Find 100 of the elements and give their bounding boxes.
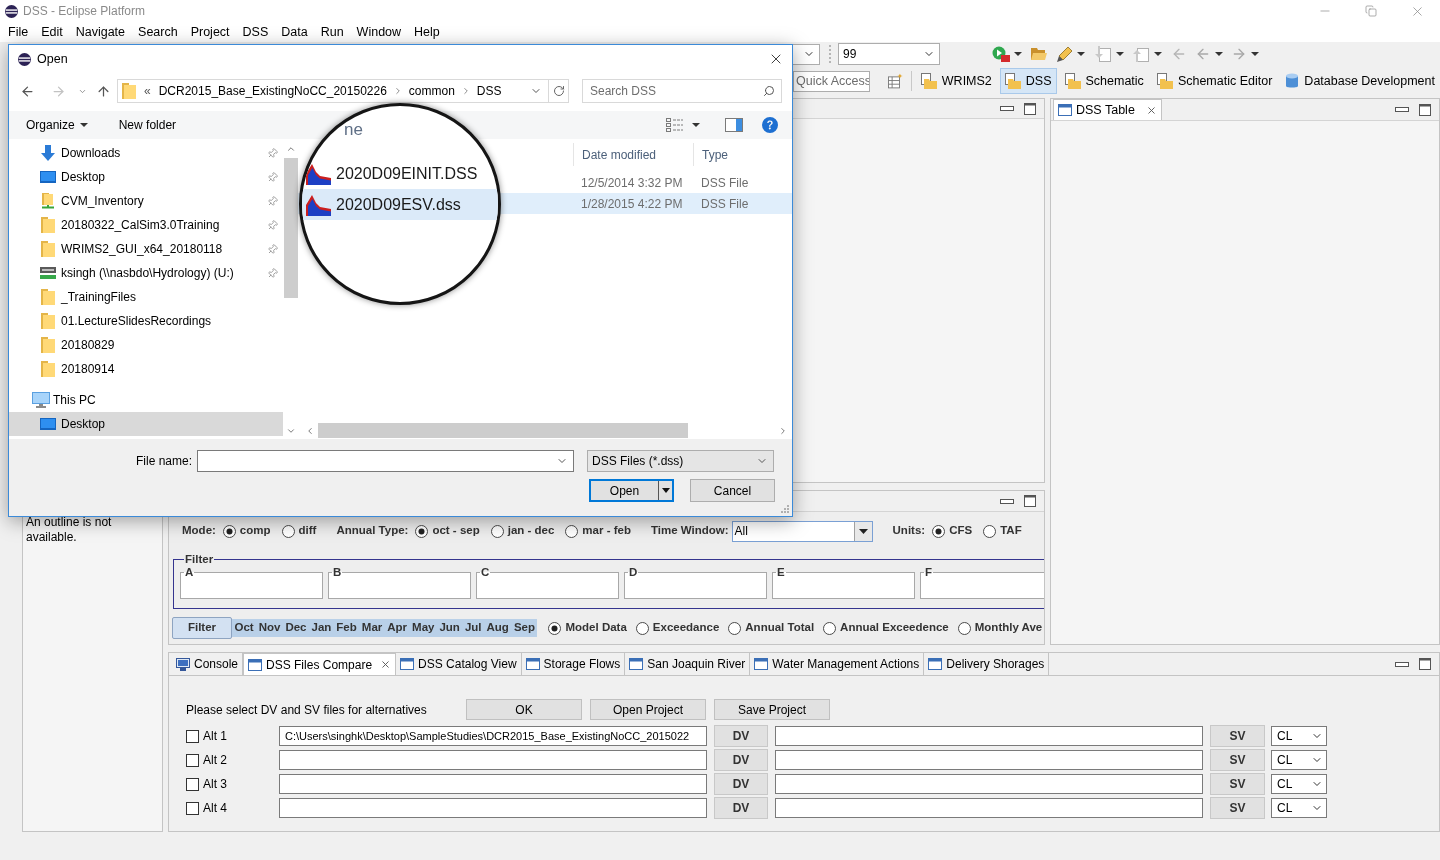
view-tab[interactable]: DSS Files Compare bbox=[243, 653, 397, 675]
nav-item[interactable]: 20180829 bbox=[9, 333, 283, 357]
checkbox[interactable]: Alt 1 bbox=[186, 727, 279, 745]
document-arrow-icon[interactable] bbox=[1133, 46, 1149, 62]
caret-icon[interactable] bbox=[1116, 52, 1124, 56]
up-icon[interactable] bbox=[96, 83, 111, 99]
breadcrumb-overflow-button[interactable]: « bbox=[144, 82, 151, 100]
criterion-input[interactable]: E bbox=[772, 566, 915, 599]
scrollbar-thumb[interactable] bbox=[283, 158, 298, 298]
column-header[interactable]: ne bbox=[344, 117, 363, 143]
menu-item[interactable]: Window bbox=[356, 22, 402, 42]
month-toggle[interactable]: May bbox=[409, 619, 437, 637]
file-path-field[interactable]: C:\Users\singhk\Desktop\SampleStudies\DCR2015_Base_ExistingNoCC_2015022 bbox=[279, 726, 707, 746]
action-button[interactable]: Save Project bbox=[714, 699, 830, 720]
dv-button[interactable]: DV bbox=[714, 725, 768, 747]
nav-item[interactable]: 20180322_CalSim3.0Training bbox=[9, 213, 283, 237]
close-icon[interactable] bbox=[1145, 104, 1157, 116]
radio-option[interactable]: jan - dec bbox=[490, 522, 555, 540]
dropdown-field[interactable] bbox=[793, 43, 820, 65]
file-path-field[interactable] bbox=[279, 798, 707, 818]
file-row[interactable]: 1/28/2015 4:22 PM DSS File bbox=[502, 193, 792, 214]
month-toggle[interactable]: Oct bbox=[232, 619, 257, 637]
option-dropdown[interactable]: CL bbox=[1271, 726, 1327, 746]
minimize-icon[interactable] bbox=[1000, 106, 1014, 111]
scrollbar-thumb[interactable] bbox=[318, 423, 688, 438]
radio-option[interactable]: oct - sep bbox=[415, 522, 480, 540]
sv-button[interactable]: SV bbox=[1210, 749, 1265, 771]
breadcrumb-item[interactable]: DCR2015_Base_ExistingNoCC_20150226 bbox=[158, 82, 387, 100]
menu-item[interactable]: Project bbox=[190, 22, 230, 42]
checkbox[interactable]: Alt 2 bbox=[186, 751, 279, 769]
caret-icon[interactable] bbox=[79, 123, 88, 127]
help-icon[interactable] bbox=[762, 117, 778, 133]
radio-option[interactable]: Annual Total bbox=[728, 619, 815, 637]
caret-icon[interactable] bbox=[692, 123, 700, 127]
menu-item[interactable]: DSS bbox=[242, 22, 269, 42]
perspective-button[interactable]: Database Development bbox=[1280, 68, 1440, 94]
column-header[interactable]: Date modified bbox=[582, 145, 657, 164]
month-toggle[interactable]: Jan bbox=[309, 619, 334, 637]
month-toggle[interactable]: Aug bbox=[484, 619, 512, 637]
sv-button[interactable]: SV bbox=[1210, 797, 1265, 819]
option-dropdown[interactable]: CL bbox=[1271, 774, 1327, 794]
month-toggle[interactable]: Dec bbox=[282, 619, 309, 637]
radio-option[interactable]: TAF bbox=[983, 522, 1022, 540]
radio-option[interactable]: Exceedance bbox=[635, 619, 720, 637]
nav-item[interactable]: Downloads bbox=[9, 141, 283, 165]
scroll-down-icon[interactable] bbox=[285, 426, 296, 436]
run-icon[interactable] bbox=[992, 46, 1010, 62]
perspective-button[interactable]: Schematic bbox=[1059, 68, 1149, 94]
maximize-icon[interactable] bbox=[1024, 102, 1036, 115]
open-folder-icon[interactable] bbox=[1031, 47, 1047, 61]
checkbox[interactable]: Alt 3 bbox=[186, 775, 279, 793]
radio-option[interactable]: comp bbox=[222, 522, 271, 540]
dropdown-field[interactable]: 99 bbox=[838, 43, 940, 65]
caret-icon[interactable] bbox=[1077, 52, 1085, 56]
caret-icon[interactable] bbox=[1251, 52, 1259, 56]
dv-button[interactable]: DV bbox=[714, 797, 768, 819]
criterion-input[interactable]: A bbox=[180, 566, 323, 599]
menu-item[interactable]: Search bbox=[138, 22, 178, 42]
caret-icon[interactable] bbox=[1154, 52, 1162, 56]
sv-button[interactable]: SV bbox=[1210, 725, 1265, 747]
nav-item[interactable]: This PC bbox=[9, 388, 283, 412]
table-icon[interactable] bbox=[888, 73, 903, 89]
menu-item[interactable]: Edit bbox=[41, 22, 63, 42]
file-name-field[interactable] bbox=[197, 450, 574, 472]
menu-item[interactable]: Navigate bbox=[75, 22, 126, 42]
details-view-icon[interactable] bbox=[666, 118, 683, 132]
nav-item[interactable]: 01.LectureSlidesRecordings bbox=[9, 309, 283, 333]
file-type-dropdown[interactable]: DSS Files (*.dss) bbox=[587, 450, 774, 472]
menu-item[interactable]: Run bbox=[320, 22, 344, 42]
maximize-icon[interactable] bbox=[1419, 103, 1431, 116]
view-tab[interactable]: Storage Flows bbox=[521, 653, 626, 675]
file-row[interactable]: 12/5/2014 3:32 PM DSS File bbox=[502, 172, 792, 193]
radio-option[interactable]: Model Data bbox=[548, 619, 627, 637]
nav-item[interactable]: 20180914 bbox=[9, 357, 283, 381]
month-toggle[interactable]: Apr bbox=[384, 619, 410, 637]
maximize-icon[interactable] bbox=[1419, 658, 1431, 670]
command-button[interactable]: Organize bbox=[26, 116, 88, 134]
command-button[interactable]: New folder bbox=[118, 116, 177, 134]
open-button[interactable]: Open bbox=[589, 479, 674, 502]
caret-icon[interactable] bbox=[1215, 52, 1223, 56]
view-tab[interactable]: DSS Table bbox=[1053, 99, 1162, 120]
back-icon[interactable] bbox=[20, 83, 35, 99]
checkbox-icon[interactable] bbox=[186, 801, 199, 815]
dv-button[interactable]: DV bbox=[714, 773, 768, 795]
perspective-button[interactable]: DSS bbox=[999, 68, 1057, 94]
maximize-icon[interactable] bbox=[1024, 495, 1036, 507]
menu-item[interactable]: File bbox=[8, 22, 29, 42]
minimize-icon[interactable] bbox=[1395, 661, 1409, 667]
nav-item[interactable]: Desktop bbox=[9, 412, 283, 436]
breadcrumb-item[interactable]: common bbox=[408, 82, 455, 100]
sv-button[interactable]: SV bbox=[1210, 773, 1265, 795]
month-toggle[interactable]: Sep bbox=[511, 619, 538, 637]
view-tab[interactable]: Water Management Actions bbox=[750, 653, 925, 675]
dropdown-arrow-button[interactable] bbox=[853, 521, 872, 541]
minimize-icon[interactable] bbox=[1395, 107, 1409, 112]
month-toggle[interactable]: Mar bbox=[359, 619, 385, 637]
view-tab[interactable]: Delivery Shorages bbox=[924, 653, 1050, 675]
filter-button[interactable]: Filter bbox=[172, 617, 232, 639]
nav-item[interactable]: ksingh (\\nasbdo\Hydrology) (U:) bbox=[9, 261, 283, 285]
criterion-input[interactable]: C bbox=[476, 566, 619, 599]
